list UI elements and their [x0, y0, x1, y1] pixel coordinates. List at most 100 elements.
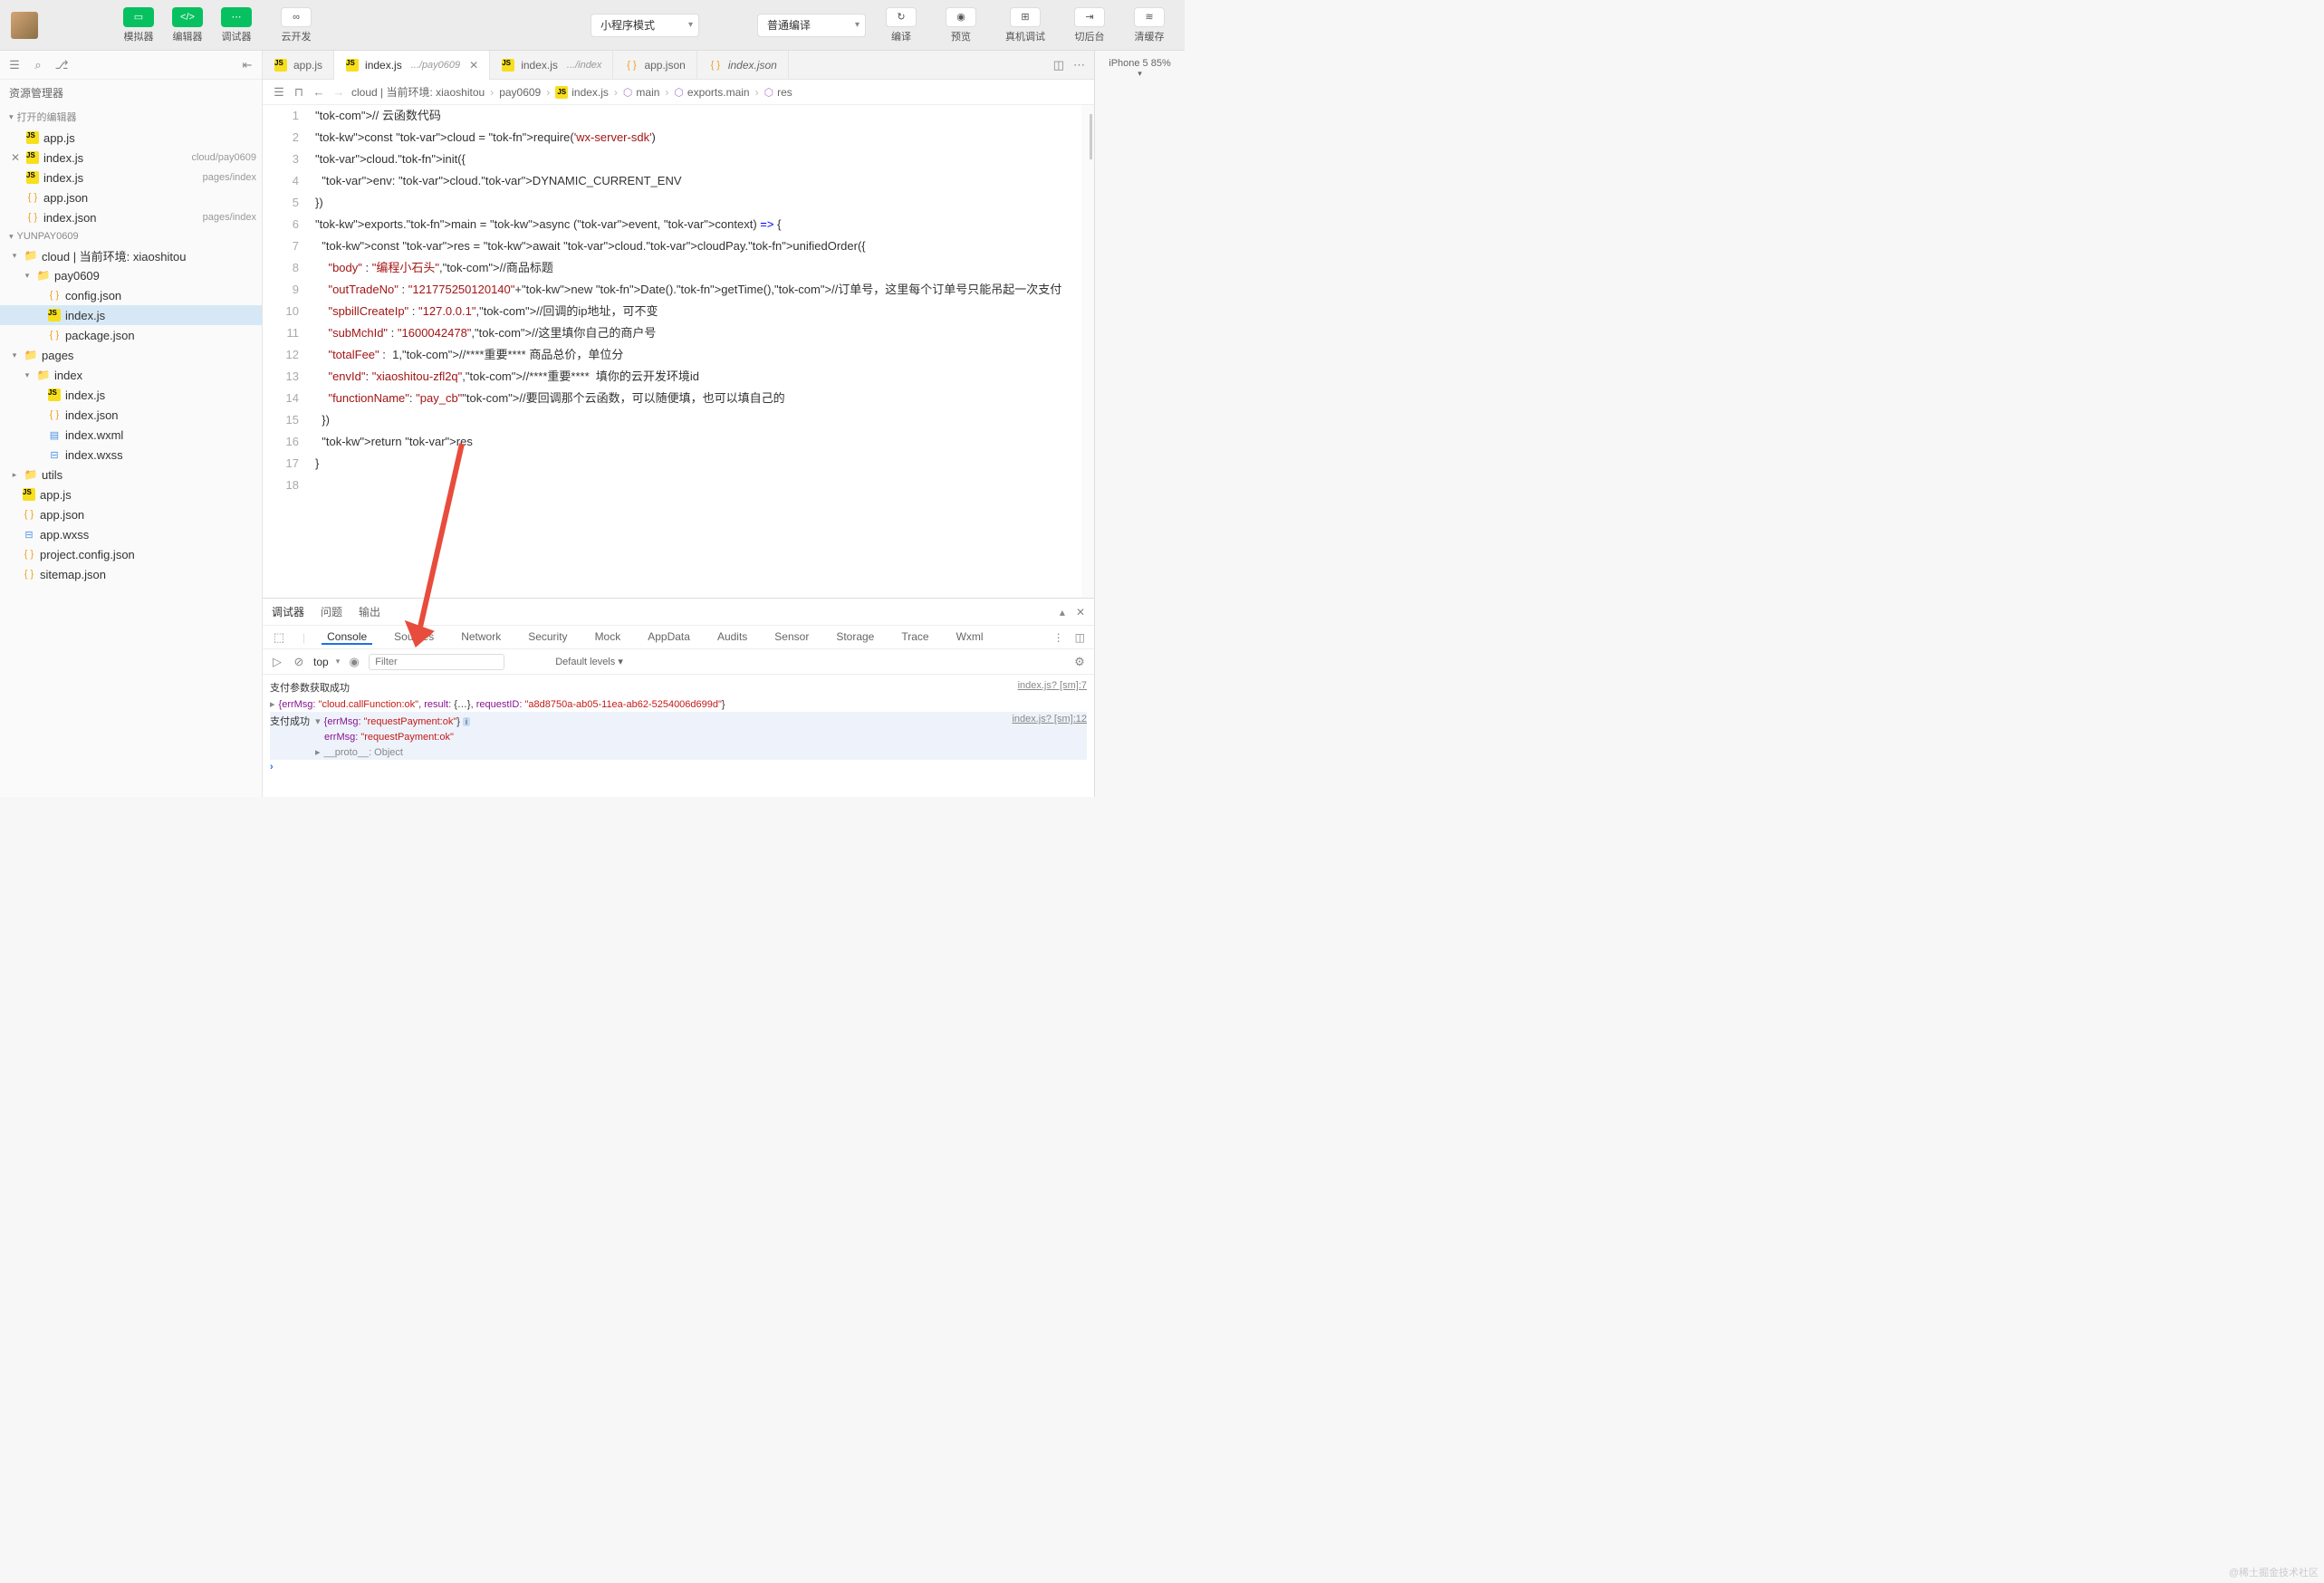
phone-icon: ▭ — [123, 7, 154, 27]
simulator-button[interactable]: ▭模拟器 — [114, 4, 163, 47]
breadcrumb-item[interactable]: JS index.js — [555, 86, 609, 99]
tree-file[interactable]: { }app.json — [0, 504, 262, 524]
logout-icon: ⇥ — [1074, 7, 1105, 27]
watermark: @稀土掘金技术社区 — [2229, 1565, 2319, 1579]
editor-tab[interactable]: JSindex.js.../index — [490, 51, 613, 80]
cloud-button[interactable]: ∞云开发 — [272, 4, 321, 47]
mode-select[interactable]: 小程序模式 — [591, 14, 699, 37]
editor-button[interactable]: </>编辑器 — [163, 4, 212, 47]
forward-icon[interactable]: → — [331, 85, 346, 100]
breadcrumb-item[interactable]: ⬡ res — [764, 86, 792, 99]
cache-button[interactable]: ≋清缓存 — [1125, 4, 1174, 47]
preview-button[interactable]: ◉预览 — [936, 4, 985, 47]
editor-tab[interactable]: { }app.json — [613, 51, 696, 80]
collapse-panel-icon[interactable]: ▴ — [1060, 606, 1065, 619]
remote-button[interactable]: ⊞真机调试 — [996, 4, 1054, 47]
toc-icon[interactable]: ☰ — [272, 85, 286, 100]
bookmark-icon[interactable]: ⊓ — [292, 85, 306, 100]
breadcrumb-item[interactable]: ⬡ main — [623, 86, 660, 99]
devtools-tab[interactable]: Sensor — [769, 630, 814, 645]
inspect-icon[interactable]: ⬚ — [272, 630, 286, 645]
build-button[interactable]: ↻编译 — [877, 4, 926, 47]
code-icon: </> — [172, 7, 203, 27]
tree-file[interactable]: { }config.json — [0, 285, 262, 305]
compile-select[interactable]: 普通编译 — [757, 14, 866, 37]
back-icon[interactable]: ← — [312, 85, 326, 100]
editor-tab[interactable]: JSindex.js.../pay0609✕ — [334, 51, 490, 80]
play-icon[interactable]: ▷ — [270, 655, 284, 669]
debug-tab-problems[interactable]: 问题 — [321, 604, 342, 619]
tree-file[interactable]: JSapp.js — [0, 484, 262, 504]
debugger-button[interactable]: ⋯调试器 — [212, 4, 261, 47]
breadcrumb-item[interactable]: ⬡ exports.main — [674, 86, 749, 99]
editor-tab[interactable]: JSapp.js — [263, 51, 334, 80]
console-source-link[interactable]: index.js? [sm]:7 — [1018, 680, 1087, 695]
context-select[interactable]: top — [313, 656, 329, 668]
tree-file[interactable]: { }project.config.json — [0, 544, 262, 564]
branch-icon[interactable]: ⎇ — [54, 58, 69, 72]
tree-folder[interactable]: ▾📁pages — [0, 345, 262, 365]
code-editor[interactable]: 123456789101112131415161718 "tok-com">//… — [263, 105, 1094, 598]
switch-button[interactable]: ⇥切后台 — [1065, 4, 1114, 47]
tree-file[interactable]: JSindex.js — [0, 385, 262, 405]
open-editors-header[interactable]: 打开的编辑器 — [0, 106, 262, 128]
close-panel-icon[interactable]: ✕ — [1076, 606, 1085, 619]
explorer-title: 资源管理器 — [0, 80, 262, 106]
clear-icon[interactable]: ⊘ — [292, 655, 306, 669]
tree-file[interactable]: { }sitemap.json — [0, 564, 262, 584]
tree-folder[interactable]: ▾📁pay0609 — [0, 265, 262, 285]
devtools-tab[interactable]: Security — [523, 630, 572, 645]
open-file-item[interactable]: { }app.json — [0, 187, 262, 207]
tree-folder[interactable]: ▸📁utils — [0, 465, 262, 484]
devtools-tab[interactable]: Audits — [712, 630, 753, 645]
gear-icon[interactable]: ⚙ — [1072, 655, 1087, 669]
project-header[interactable]: YUNPAY0609 — [0, 227, 262, 245]
open-file-item[interactable]: JSapp.js — [0, 128, 262, 148]
editor-tabs: JSapp.jsJSindex.js.../pay0609✕JSindex.js… — [263, 51, 1094, 80]
breadcrumb-item[interactable]: pay0609 — [499, 86, 541, 99]
devtools-tab[interactable]: Storage — [831, 630, 879, 645]
devtools-tab[interactable]: Trace — [896, 630, 934, 645]
devtools-tab[interactable]: Network — [456, 630, 506, 645]
search-icon[interactable]: ⌕ — [31, 58, 45, 72]
open-file-item[interactable]: { }index.jsonpages/index — [0, 207, 262, 227]
tree-file[interactable]: ⊟app.wxss — [0, 524, 262, 544]
tree-file[interactable]: JSindex.js — [0, 305, 262, 325]
tree-file[interactable]: ▤index.wxml — [0, 425, 262, 445]
devtools-tab[interactable]: AppData — [642, 630, 696, 645]
tree-file[interactable]: { }package.json — [0, 325, 262, 345]
levels-select[interactable]: Default levels ▾ — [555, 656, 623, 667]
refresh-icon: ↻ — [886, 7, 917, 27]
top-toolbar: ▭模拟器 </>编辑器 ⋯调试器 ∞云开发 小程序模式 普通编译 ↻编译 ◉预览… — [0, 0, 1185, 51]
settings-icon[interactable]: ⋮ — [1053, 631, 1064, 644]
devtools-tab[interactable]: Sources — [389, 630, 439, 645]
devtools-tab[interactable]: Wxml — [951, 630, 989, 645]
split-icon[interactable]: ◫ — [1053, 58, 1064, 72]
preview-panel: iPhone 5 85% ▾ — [1094, 51, 1185, 797]
debug-tab-output[interactable]: 输出 — [359, 604, 380, 619]
open-file-item[interactable]: JSindex.jspages/index — [0, 168, 262, 187]
console-source-link[interactable]: index.js? [sm]:12 — [1012, 714, 1087, 728]
debug-panel: 调试器 问题 输出 ▴ ✕ ⬚ | ConsoleSourcesNetworkS… — [263, 598, 1094, 797]
devtools-tab[interactable]: Mock — [590, 630, 627, 645]
tree-file[interactable]: ⊟index.wxss — [0, 445, 262, 465]
tree-file[interactable]: { }index.json — [0, 405, 262, 425]
more-icon[interactable]: ⋯ — [1073, 58, 1085, 72]
eye-icon: ◉ — [946, 7, 976, 27]
tree-folder[interactable]: ▾📁index — [0, 365, 262, 385]
console-output[interactable]: 支付参数获取成功 index.js? [sm]:7 ▸{errMsg: "clo… — [263, 675, 1094, 797]
filter-input[interactable] — [369, 654, 504, 670]
editor-tab[interactable]: { }index.json — [697, 51, 789, 80]
avatar[interactable] — [11, 12, 38, 39]
minimap[interactable] — [1081, 105, 1094, 598]
list-icon[interactable]: ☰ — [7, 58, 22, 72]
debug-tab-debugger[interactable]: 调试器 — [272, 604, 304, 619]
devtools-tab[interactable]: Console — [322, 630, 372, 645]
dock-icon[interactable]: ◫ — [1075, 631, 1085, 644]
preview-status: iPhone 5 85% — [1109, 58, 1171, 69]
breadcrumb-item[interactable]: cloud | 当前环境: xiaoshitou — [351, 84, 485, 100]
collapse-icon[interactable]: ⇤ — [240, 58, 254, 72]
open-file-item[interactable]: ✕JSindex.jscloud/pay0609 — [0, 148, 262, 168]
tree-folder[interactable]: ▾📁cloud | 当前环境: xiaoshitou — [0, 245, 262, 265]
eye-icon[interactable]: ◉ — [347, 655, 361, 669]
